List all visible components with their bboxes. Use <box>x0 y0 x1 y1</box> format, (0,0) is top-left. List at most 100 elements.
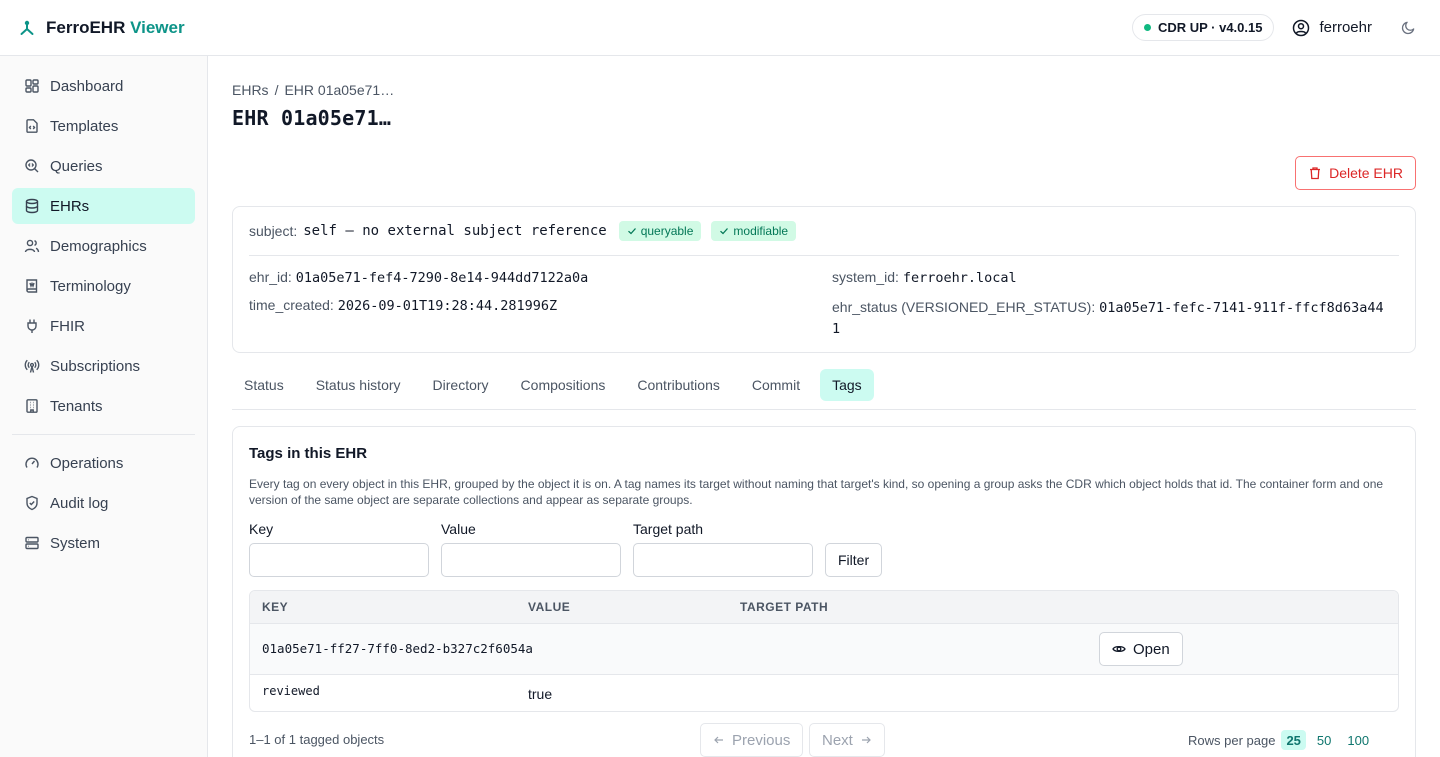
sidebar-item-dashboard[interactable]: Dashboard <box>12 68 195 104</box>
sidebar-item-label: Queries <box>50 157 103 175</box>
ehr-status-field: ehr_status (VERSIONED_EHR_STATUS): 01a05… <box>832 297 1402 339</box>
tab-status[interactable]: Status <box>232 369 296 401</box>
ehr-id-field: ehr_id: 01a05e71-fef4-7290-8e14-944dd712… <box>249 269 588 286</box>
tags-table: KEY VALUE TARGET PATH 01a05e71-ff27-7ff0… <box>249 590 1399 712</box>
brand[interactable]: FerroEHR Viewer <box>18 18 185 38</box>
ehr-id-label: ehr_id: <box>249 269 292 285</box>
sidebar-item-fhir[interactable]: FHIR <box>12 308 195 344</box>
ehr-status-label: ehr_status (VERSIONED_EHR_STATUS): <box>832 299 1096 315</box>
rows-per-page-option-50[interactable]: 50 <box>1312 730 1336 750</box>
ehr-id-value: 01a05e71-fef4-7290-8e14-944dd7122a0a <box>295 270 589 286</box>
status-dot-icon <box>1143 24 1151 31</box>
target-path-filter-label: Target path <box>633 521 704 537</box>
column-header-key: KEY <box>262 600 289 614</box>
sidebar: Dashboard Templates Queries EHRs Demogra… <box>0 56 208 757</box>
tab-status-history[interactable]: Status history <box>304 369 413 401</box>
dashboard-icon <box>25 79 39 93</box>
next-page-label: Next <box>822 731 853 749</box>
target-path-filter-input[interactable] <box>633 543 813 577</box>
sidebar-item-templates[interactable]: Templates <box>12 108 195 144</box>
cdr-status-text: CDR UP · v4.0.15 <box>1157 20 1263 35</box>
brand-name: FerroEHR <box>46 17 126 37</box>
queryable-badge: queryable <box>618 221 702 241</box>
arrow-right-icon <box>861 736 871 744</box>
next-page-button[interactable]: Next <box>809 723 885 757</box>
time-created-field: time_created: 2026-09-01T19:28:44.281996… <box>249 297 557 314</box>
tag-group-row: 01a05e71-ff27-7ff0-8ed2-b327c2f6054a Ope… <box>250 624 1398 675</box>
group-object-id: 01a05e71-ff27-7ff0-8ed2-b327c2f6054a <box>262 641 533 656</box>
key-filter-label: Key <box>249 521 274 537</box>
sidebar-item-label: Tenants <box>50 397 103 415</box>
check-icon <box>627 228 636 235</box>
plug-icon <box>27 319 37 333</box>
ehr-status-value: 01a05e71-fefc-7141-911f-ffcf8d63a44 <box>1099 300 1384 316</box>
delete-ehr-label: Delete EHR <box>1329 165 1403 181</box>
key-filter-input[interactable] <box>249 543 429 577</box>
tab-tags[interactable]: Tags <box>820 369 874 401</box>
search-code-icon <box>25 159 39 173</box>
main-content: EHRs / EHR 01a05e71… EHR 01a05e71… Delet… <box>208 56 1440 757</box>
time-created-label: time_created: <box>249 297 334 313</box>
previous-page-label: Previous <box>732 731 791 749</box>
time-created-value: 2026-09-01T19:28:44.281996Z <box>337 298 558 314</box>
user-circle-icon <box>1293 19 1310 36</box>
sidebar-item-tenants[interactable]: Tenants <box>12 388 195 424</box>
column-header-value: VALUE <box>528 600 571 614</box>
file-code-icon <box>26 119 38 133</box>
breadcrumb-current: EHR 01a05e71… <box>284 82 395 98</box>
sidebar-item-operations[interactable]: Operations <box>12 445 195 481</box>
sidebar-item-demographics[interactable]: Demographics <box>12 228 195 264</box>
shield-icon <box>26 495 38 511</box>
breadcrumb-link-ehrs[interactable]: EHRs <box>232 82 269 98</box>
sidebar-item-label: System <box>50 534 101 552</box>
rows-per-page-option-100[interactable]: 100 <box>1342 730 1374 750</box>
tags-title: Tags in this EHR <box>249 445 368 462</box>
tags-description: Every tag on every object in this EHR, g… <box>249 477 1384 507</box>
sidebar-item-label: Templates <box>50 117 119 135</box>
sidebar-item-subscriptions[interactable]: Subscriptions <box>12 348 195 384</box>
sidebar-item-label: Terminology <box>50 277 131 295</box>
rows-per-page-label: Rows per page <box>1188 732 1276 748</box>
sidebar-item-queries[interactable]: Queries <box>12 148 195 184</box>
open-group-label: Open <box>1133 640 1170 658</box>
tab-directory[interactable]: Directory <box>421 369 501 401</box>
sidebar-item-label: Audit log <box>50 494 109 512</box>
tab-commit[interactable]: Commit <box>740 369 812 401</box>
target-path-filter: Target path <box>633 521 813 577</box>
system-id-field: system_id: ferroehr.local <box>832 269 1017 286</box>
ehr-tabs: Status Status history Directory Composit… <box>232 369 1416 410</box>
radio-icon <box>24 359 40 373</box>
page-title: EHR 01a05e71… <box>232 106 392 130</box>
tab-compositions[interactable]: Compositions <box>509 369 618 401</box>
sidebar-item-label: Operations <box>50 454 124 472</box>
value-filter-input[interactable] <box>441 543 621 577</box>
sidebar-item-label: EHRs <box>50 197 90 215</box>
sidebar-divider <box>12 434 195 435</box>
sidebar-item-label: Demographics <box>50 237 147 255</box>
open-group-button[interactable]: Open <box>1099 632 1183 666</box>
value-filter-label: Value <box>441 521 476 537</box>
value-filter: Value <box>441 521 621 577</box>
previous-page-button[interactable]: Previous <box>700 723 804 757</box>
sidebar-item-ehrs[interactable]: EHRs <box>12 188 195 224</box>
cdr-status-badge: CDR UP · v4.0.15 <box>1131 14 1275 41</box>
pager-count: 1–1 of 1 tagged objects <box>249 732 385 747</box>
tag-key-cell: reviewed <box>262 684 320 698</box>
sidebar-item-system[interactable]: System <box>12 525 195 561</box>
column-header-target-path: TARGET PATH <box>740 600 829 614</box>
database-icon <box>25 198 39 214</box>
rows-per-page-option-25[interactable]: 25 <box>1281 730 1306 750</box>
breadcrumb-separator: / <box>274 82 279 98</box>
ehr-status-value-wrap: 1 <box>832 321 841 337</box>
sidebar-item-terminology[interactable]: Terminology <box>12 268 195 304</box>
subject-value: self — no external subject reference <box>303 223 607 239</box>
tab-contributions[interactable]: Contributions <box>625 369 732 401</box>
user-menu[interactable]: ferroehr <box>1292 19 1372 37</box>
sidebar-item-audit-log[interactable]: Audit log <box>12 485 195 521</box>
sidebar-item-label: FHIR <box>50 317 85 335</box>
delete-ehr-button[interactable]: Delete EHR <box>1295 156 1416 190</box>
user-name: ferroehr <box>1319 19 1372 36</box>
breadcrumb: EHRs / EHR 01a05e71… <box>232 82 394 98</box>
theme-toggle-button[interactable] <box>1394 14 1422 42</box>
filter-button[interactable]: Filter <box>825 543 883 577</box>
